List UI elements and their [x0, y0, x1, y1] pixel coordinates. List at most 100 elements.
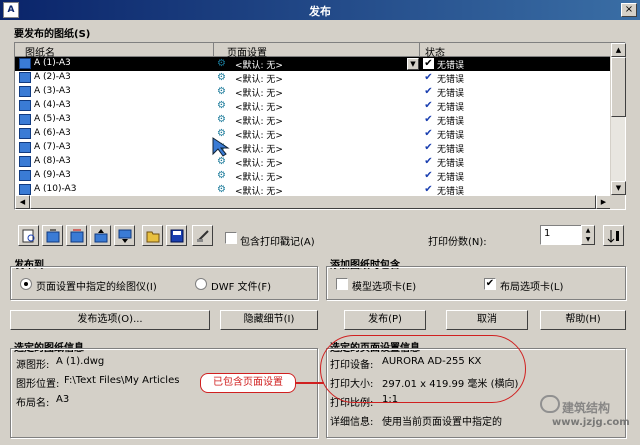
sheet-icon — [19, 170, 31, 181]
stamp-settings-button[interactable] — [192, 225, 213, 246]
model-tab-label: 模型选项卡(E) — [352, 282, 417, 293]
page-setup-icon: ⚙ — [217, 58, 226, 69]
location-label: 图形位置: — [16, 379, 60, 390]
page-setup-icon: ⚙ — [217, 114, 226, 125]
sheet-row[interactable]: A (9)-A3 ⚙ <默认: 无> ✔ 无错误 — [15, 169, 611, 183]
status-value: 无错误 — [437, 131, 465, 141]
hscroll-thumb[interactable] — [30, 195, 596, 209]
sheet-name: A (3)-A3 — [34, 86, 71, 96]
page-setup-icon: ⚙ — [217, 170, 226, 181]
sheet-row[interactable]: A (4)-A3 ⚙ <默认: 无> ✔ 无错误 — [15, 99, 611, 113]
move-up-button[interactable] — [90, 225, 111, 246]
scroll-thumb[interactable] — [611, 57, 626, 117]
page-setup-icon: ⚙ — [217, 184, 226, 195]
copies-spinner[interactable]: ▲ ▼ — [581, 225, 595, 245]
scroll-down-button[interactable]: ▼ — [611, 181, 626, 195]
dwf-option-label: DWF 文件(F) — [211, 282, 272, 293]
watermark-url: www.jzjg.com — [552, 417, 630, 428]
sheet-icon — [19, 184, 31, 195]
list-header: 图纸名 页面设置 状态 — [15, 43, 611, 59]
sheets-section-label: 要发布的图纸(S) — [14, 29, 91, 40]
help-button[interactable]: 帮助(H) — [540, 310, 626, 330]
status-check-icon: ✔ — [424, 72, 433, 83]
status-value: 无错误 — [437, 145, 465, 155]
highlight-circle — [320, 335, 526, 403]
details-value: 使用当前页面设置中指定的 — [382, 417, 502, 428]
sheet-row[interactable]: A (2)-A3 ⚙ <默认: 无> ✔ 无错误 — [15, 71, 611, 85]
remove-sheets-button[interactable] — [66, 225, 87, 246]
sheet-row[interactable]: A (3)-A3 ⚙ <默认: 无> ✔ 无错误 — [15, 85, 611, 99]
status-check-icon: ✔ — [424, 142, 433, 153]
plotter-option-label: 页面设置中指定的绘图仪(I) — [36, 282, 157, 293]
page-setup-value[interactable]: <默认: 无> — [235, 114, 283, 127]
source-label: 源图形: — [16, 360, 50, 371]
page-setup-value[interactable]: <默认: 无> — [235, 100, 283, 113]
model-tab-checkbox[interactable] — [336, 278, 348, 290]
page-setup-value[interactable]: <默认: 无> — [235, 170, 283, 183]
move-down-button[interactable] — [114, 225, 135, 246]
copies-input[interactable]: 1 — [540, 225, 582, 245]
close-button[interactable]: × — [621, 3, 637, 17]
sheet-icon — [19, 86, 31, 97]
hide-details-button[interactable]: 隐藏细节(I) — [220, 310, 318, 330]
details-label: 详细信息: — [330, 417, 374, 428]
status-check-icon: ✔ — [424, 128, 433, 139]
cancel-button[interactable]: 取消 — [446, 310, 528, 330]
status-check-icon: ✔ — [424, 86, 433, 97]
layout-label: 布局名: — [16, 398, 50, 409]
sheet-row[interactable]: A (5)-A3 ⚙ <默认: 无> ✔ 无错误 — [15, 113, 611, 127]
status-value: 无错误 — [437, 117, 465, 127]
annotation-callout: 已包含页面设置 — [200, 373, 296, 393]
page-setup-icon: ⚙ — [217, 156, 226, 167]
page-setup-value[interactable]: <默认: 无> — [235, 156, 283, 169]
sheet-row[interactable]: A (8)-A3 ⚙ <默认: 无> ✔ 无错误 — [15, 155, 611, 169]
wechat-icon — [540, 395, 560, 413]
status-check-icon: ✔ — [424, 170, 433, 181]
sheet-name: A (8)-A3 — [34, 156, 71, 166]
publish-button[interactable]: 发布(P) — [344, 310, 426, 330]
sheet-row[interactable]: A (6)-A3 ⚙ <默认: 无> ✔ 无错误 — [15, 127, 611, 141]
copies-label: 打印份数(N): — [428, 237, 487, 248]
dwf-radio[interactable] — [195, 278, 207, 290]
layout-tab-checkbox[interactable]: ✔ — [484, 278, 496, 290]
list-vertical-scrollbar[interactable]: ▲ ▼ — [610, 43, 626, 195]
scroll-right-button[interactable]: ▶ — [596, 195, 611, 209]
scroll-left-button[interactable]: ◀ — [15, 195, 30, 209]
sort-button[interactable] — [603, 225, 624, 246]
status-check-icon: ✔ — [424, 156, 433, 167]
preview-button[interactable] — [18, 225, 39, 246]
page-setup-value[interactable]: <默认: 无> — [235, 142, 283, 155]
save-list-button[interactable] — [166, 225, 187, 246]
sheet-name: A (1)-A3 — [34, 58, 71, 68]
status-value: 无错误 — [437, 173, 465, 183]
page-setup-dropdown-arrow-icon[interactable]: ▼ — [407, 58, 419, 70]
page-setup-value[interactable]: <默认: 无> — [235, 58, 283, 71]
status-check-icon: ✔ — [424, 114, 433, 125]
page-setup-value[interactable]: <默认: 无> — [235, 128, 283, 141]
status-check-icon: ✔ — [424, 184, 433, 195]
list-horizontal-scrollbar[interactable]: ◀ ▶ — [15, 195, 611, 209]
sheet-name: A (5)-A3 — [34, 114, 71, 124]
sheet-icon — [19, 72, 31, 83]
publish-options-button[interactable]: 发布选项(O)... — [10, 310, 210, 330]
sheet-icon — [19, 128, 31, 139]
scroll-up-button[interactable]: ▲ — [611, 43, 626, 57]
sheet-row[interactable]: A (7)-A3⚙<默认: 无>✔无错误 — [15, 141, 611, 155]
status-check-icon: ✔ — [423, 58, 434, 69]
sheet-row[interactable]: A (1)-A3 ⚙ <默认: 无> ▼ ✔ 无错误 — [15, 57, 611, 71]
sheet-icon — [19, 114, 31, 125]
sheet-icon — [19, 100, 31, 111]
source-value: A (1).dwg — [56, 356, 105, 367]
layout-value: A3 — [56, 394, 70, 405]
include-stamp-checkbox[interactable] — [225, 232, 237, 244]
status-value: 无错误 — [437, 61, 465, 71]
add-sheets-button[interactable] — [42, 225, 63, 246]
sheet-icon — [19, 58, 31, 69]
page-setup-value[interactable]: <默认: 无> — [235, 86, 283, 99]
sheet-icon — [19, 142, 31, 153]
page-setup-value[interactable]: <默认: 无> — [235, 72, 283, 85]
sheet-list[interactable]: 图纸名 页面设置 状态 A (1)-A3 ⚙ <默认: 无> ▼ ✔ 无错误 A (2)-A… — [14, 42, 626, 210]
plotter-radio[interactable] — [20, 278, 32, 290]
mouse-cursor-icon — [212, 137, 230, 157]
load-list-button[interactable] — [142, 225, 163, 246]
